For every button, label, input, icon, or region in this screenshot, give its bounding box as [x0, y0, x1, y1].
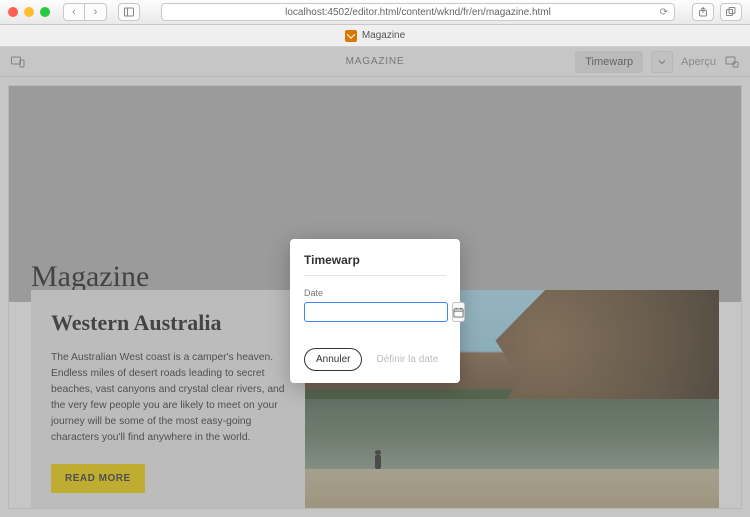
browser-tab[interactable]: Magazine [345, 30, 405, 42]
cancel-button[interactable]: Annuler [304, 348, 362, 371]
calendar-icon [453, 307, 464, 318]
browser-chrome: ‹ › localhost:4502/editor.html/content/w… [0, 0, 750, 25]
share-button[interactable] [692, 3, 714, 21]
minimize-window-icon[interactable] [24, 7, 34, 17]
close-window-icon[interactable] [8, 7, 18, 17]
confirm-button: Définir la date [370, 349, 444, 370]
timewarp-dialog: Timewarp Date Annuler Définir la date [290, 239, 460, 383]
calendar-picker-button[interactable] [452, 302, 465, 322]
tab-favicon-icon [345, 30, 357, 42]
address-bar[interactable]: localhost:4502/editor.html/content/wknd/… [161, 3, 675, 21]
forward-button[interactable]: › [85, 3, 107, 21]
viewport: MAGAZINE Timewarp Aperçu Magazine Wester… [0, 47, 750, 517]
tab-title: Magazine [362, 30, 405, 41]
date-label: Date [304, 288, 446, 298]
tabs-button[interactable] [720, 3, 742, 21]
dialog-actions: Annuler Définir la date [304, 348, 446, 371]
sidebar-toggle-button[interactable] [118, 3, 140, 21]
url-text: localhost:4502/editor.html/content/wknd/… [285, 7, 551, 18]
back-button[interactable]: ‹ [63, 3, 85, 21]
reload-icon[interactable]: ⟳ [660, 7, 668, 18]
dialog-title: Timewarp [304, 253, 446, 276]
nav-back-forward: ‹ › [63, 3, 107, 21]
window-traffic-lights [8, 7, 50, 17]
date-input[interactable] [304, 302, 448, 322]
maximize-window-icon[interactable] [40, 7, 50, 17]
date-input-row [304, 302, 446, 322]
tab-strip: Magazine [0, 25, 750, 47]
